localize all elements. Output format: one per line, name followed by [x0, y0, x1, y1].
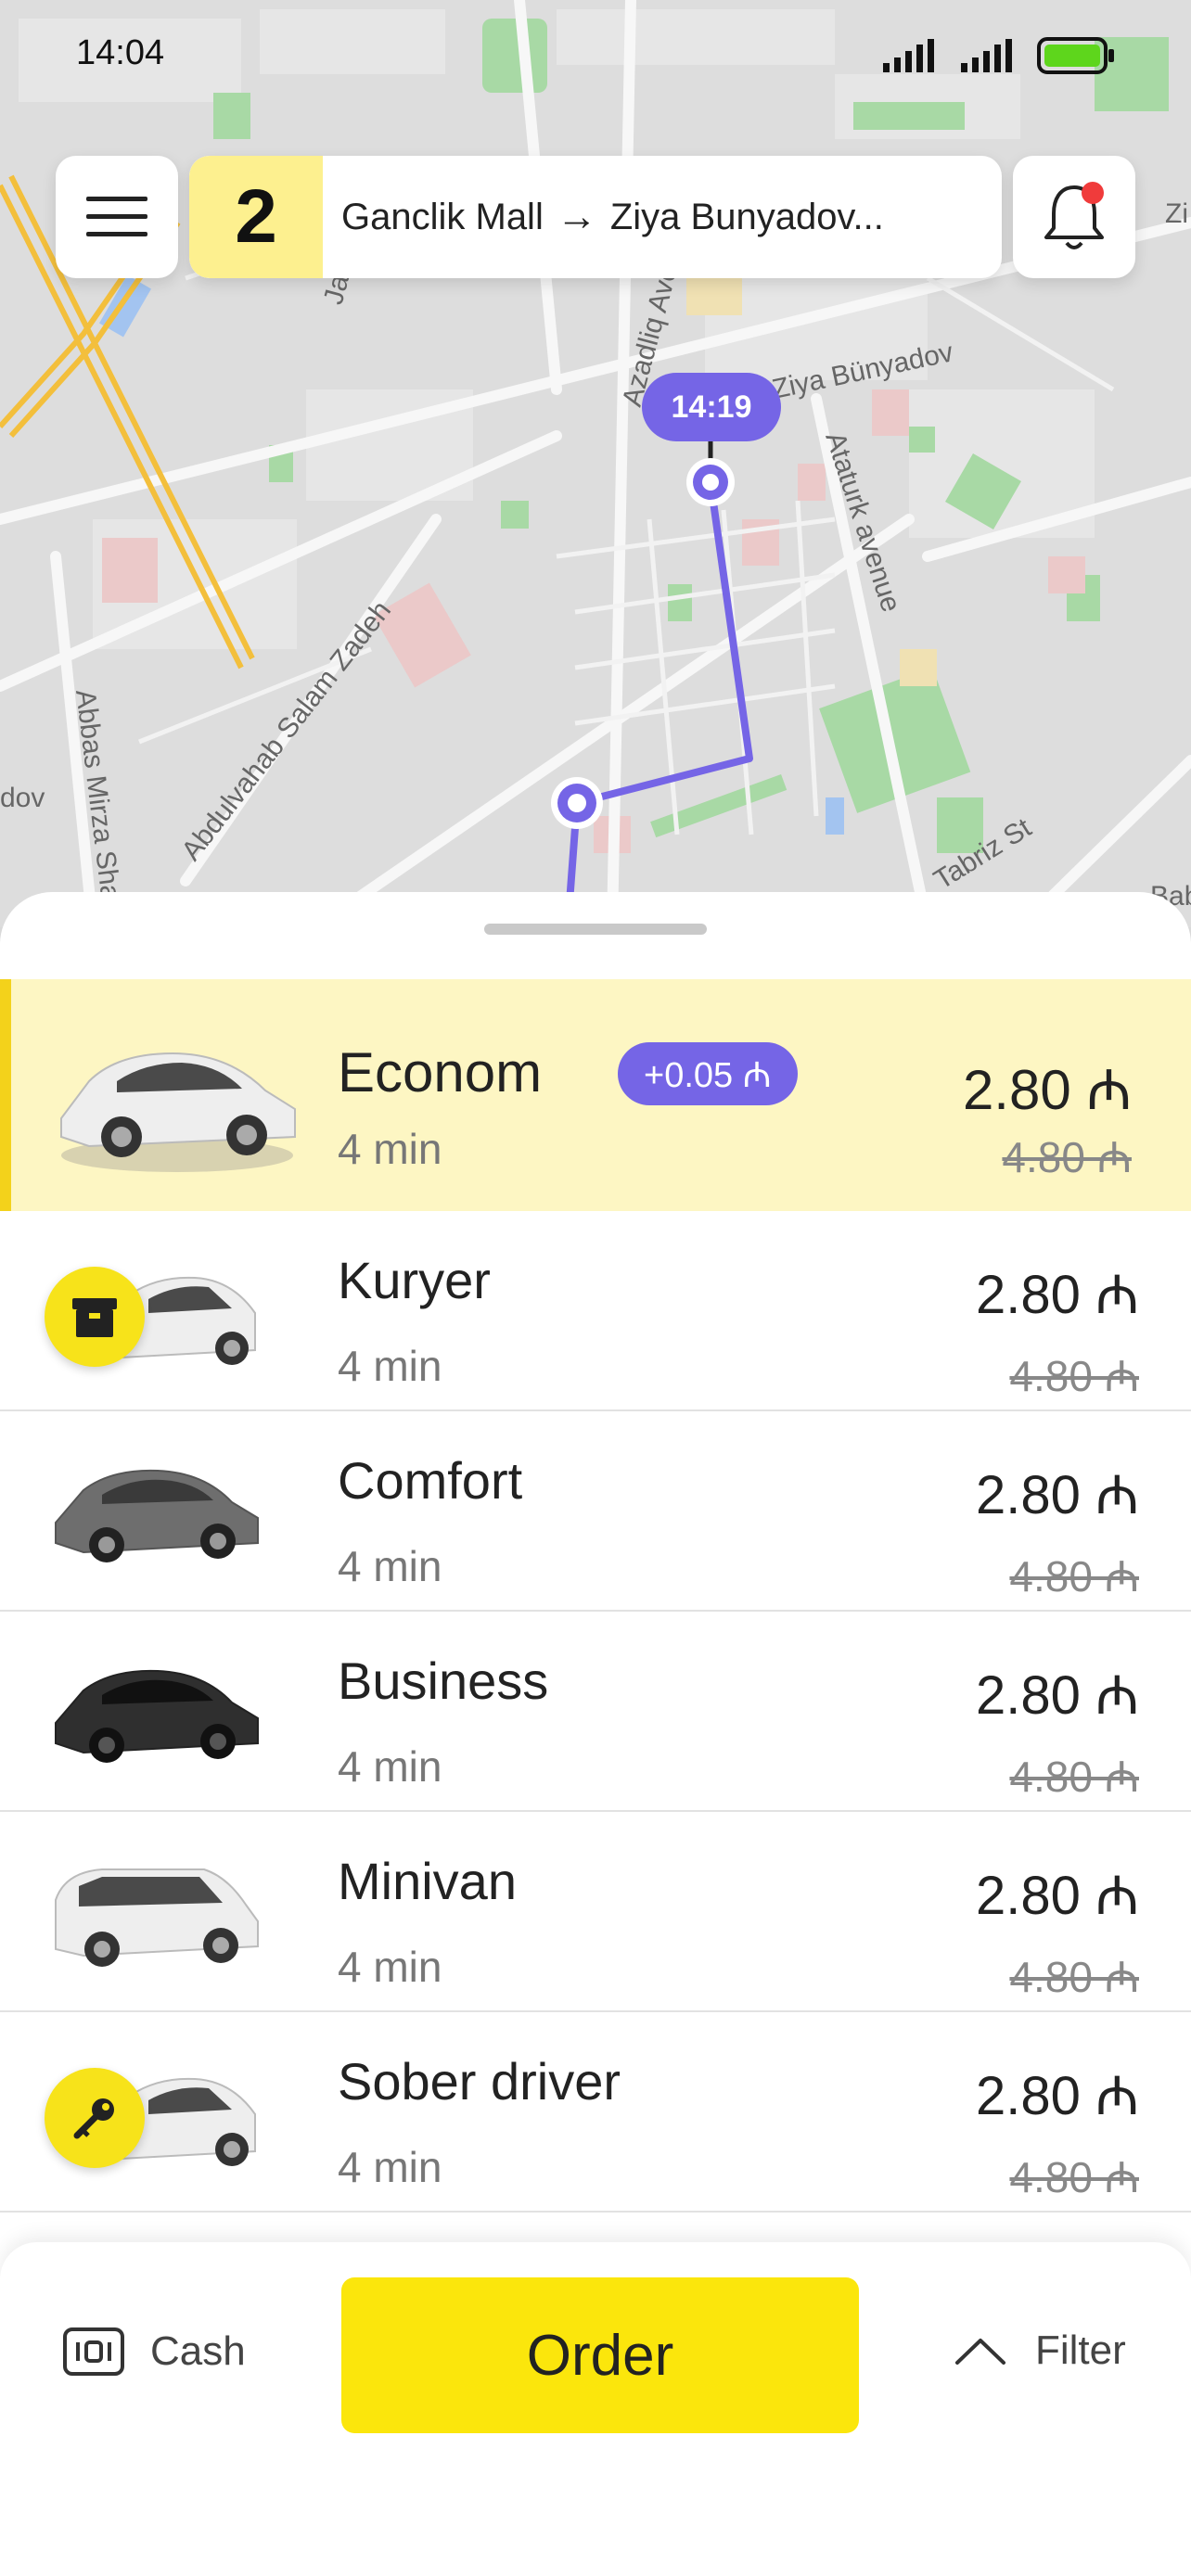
map-label: dov: [0, 783, 45, 813]
cash-icon: [63, 2327, 124, 2376]
black-car-icon: [55, 1669, 259, 1763]
payment-method-label: Cash: [150, 2328, 246, 2374]
tariff-old-price: 4.80 ₼: [1009, 1953, 1139, 2001]
tariff-eta: 4 min: [338, 1943, 442, 1991]
filter-button[interactable]: Filter: [954, 2327, 1126, 2374]
route-from: Ganclik Mall: [341, 196, 544, 237]
route-to: Ziya Bunyadov...: [609, 196, 884, 237]
hamburger-menu-icon: [86, 197, 147, 236]
status-time: 14:04: [76, 33, 165, 72]
tariff-row-kuryer[interactable]: Kuryer 4 min 2.80 ₼ 4.80 ₼: [0, 1211, 1191, 1411]
white-car-icon: [60, 1052, 296, 1172]
order-button[interactable]: Order: [341, 2277, 859, 2433]
cellular-signal-icon: [961, 39, 1012, 72]
tariff-eta: 4 min: [338, 1125, 442, 1173]
map-label: Zi: [1165, 198, 1188, 229]
sheet-drag-handle[interactable]: [484, 924, 707, 935]
tariff-old-price: 4.80 ₼: [1009, 2153, 1139, 2201]
surcharge-badge: +0.05 ₼: [618, 1042, 798, 1105]
tariff-row-sober-driver[interactable]: Sober driver 4 min 2.80 ₼ 4.80 ₼: [0, 2012, 1191, 2213]
menu-button[interactable]: [56, 156, 178, 278]
tariff-old-price: 4.80 ₼: [1009, 1753, 1139, 1801]
tariff-price: 2.80 ₼: [976, 1665, 1139, 1726]
map-view[interactable]: Azadliq Ave Ziya Bünyadov Ataturk avenue…: [0, 0, 1191, 927]
minivan-icon: [55, 1868, 259, 1967]
tariff-row-comfort[interactable]: Comfort 4 min 2.80 ₼ 4.80 ₼: [0, 1411, 1191, 1612]
tariff-name: Business: [338, 1651, 549, 1710]
package-icon: [45, 1267, 145, 1367]
tariff-price: 2.80 ₼: [976, 1465, 1139, 1525]
order-bar: Cash Order Filter: [0, 2242, 1191, 2576]
notifications-button[interactable]: [1013, 156, 1135, 278]
tariff-price: 2.80 ₼: [976, 2066, 1139, 2126]
eta-bubble: 14:19: [642, 373, 781, 441]
route-text: Ganclik Mall → Ziya Bunyadov...: [341, 194, 884, 240]
tariff-old-price: 4.80 ₼: [1009, 1352, 1139, 1400]
tariff-eta: 4 min: [338, 2143, 442, 2191]
chevron-up-icon: [955, 2339, 1005, 2365]
tariff-row-business[interactable]: Business 4 min 2.80 ₼ 4.80 ₼: [0, 1612, 1191, 1812]
tariff-old-price: 4.80 ₼: [1009, 1552, 1139, 1600]
bell-icon: [1044, 182, 1104, 249]
tariff-row-econom[interactable]: Econom +0.05 ₼ 4 min 2.80 ₼ 4.80 ₼: [0, 979, 1191, 1211]
key-icon: [45, 2068, 145, 2168]
tariff-eta: 4 min: [338, 1542, 442, 1590]
payment-method-button[interactable]: Cash: [63, 2327, 246, 2376]
battery-icon: [1037, 37, 1114, 74]
tariff-price: 2.80 ₼: [962, 1059, 1132, 1121]
tariff-old-price: 4.80 ₼: [1002, 1133, 1132, 1181]
gray-car-icon: [55, 1469, 259, 1562]
tariff-name: Sober driver: [338, 2052, 621, 2111]
tariff-name: Econom: [338, 1041, 543, 1103]
tariff-list: Econom +0.05 ₼ 4 min 2.80 ₼ 4.80 ₼ Kurye…: [0, 979, 1191, 2213]
tariff-name: Comfort: [338, 1451, 523, 1510]
stops-count: 2: [189, 156, 323, 278]
tariff-price: 2.80 ₼: [976, 1866, 1139, 1926]
tariff-price: 2.80 ₼: [976, 1265, 1139, 1325]
filter-label: Filter: [1035, 2327, 1126, 2373]
tariff-name: Kuryer: [338, 1251, 491, 1309]
tariff-name: Minivan: [338, 1852, 517, 1910]
tariff-row-minivan[interactable]: Minivan 4 min 2.80 ₼ 4.80 ₼: [0, 1812, 1191, 2012]
tariff-eta: 4 min: [338, 1742, 442, 1791]
cellular-signal-icon: [883, 39, 934, 72]
route-summary[interactable]: 2 Ganclik Mall → Ziya Bunyadov...: [189, 156, 1002, 278]
status-bar: 14:04: [0, 0, 1191, 111]
arrow-right-icon: →: [556, 194, 597, 239]
tariff-eta: 4 min: [338, 1342, 442, 1390]
